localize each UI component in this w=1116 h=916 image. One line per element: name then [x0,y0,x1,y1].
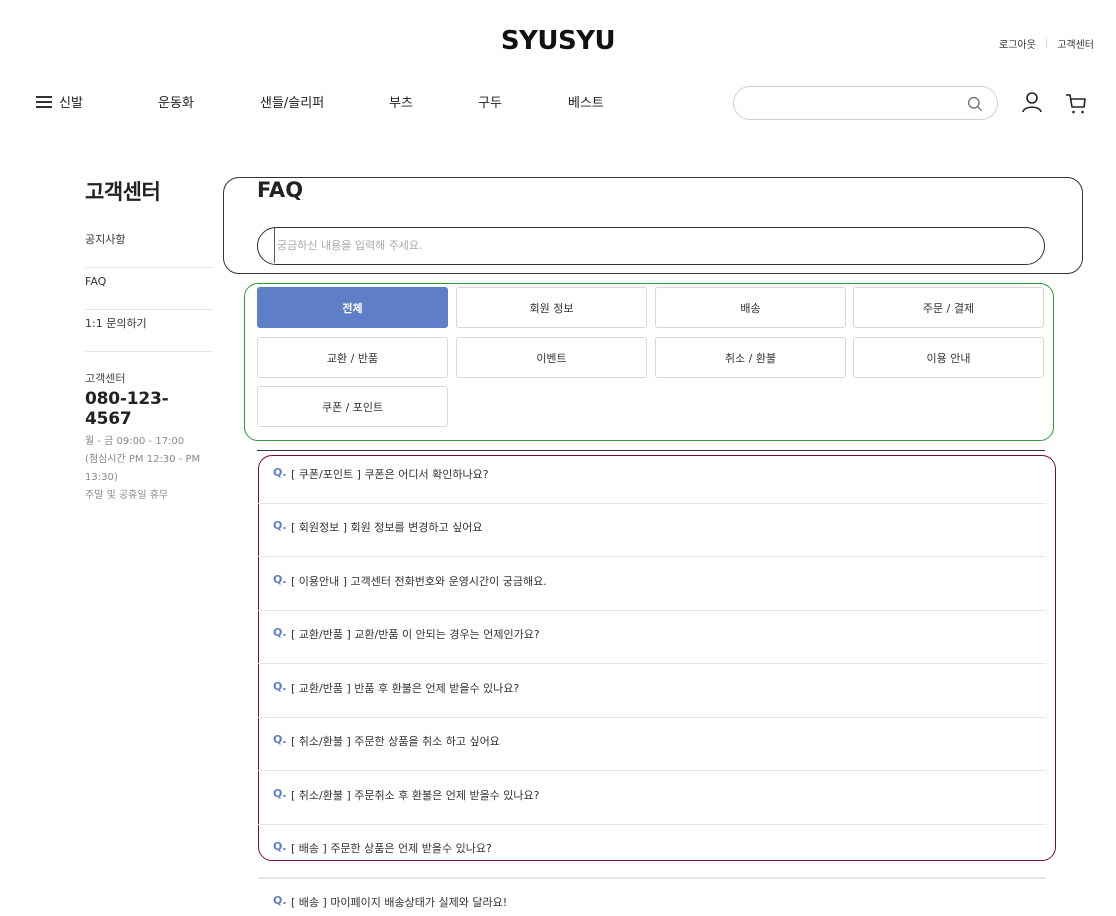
search-icon[interactable] [967,96,983,116]
q-mark: Q. [273,573,287,586]
cs-phone: 080-123-4567 [85,389,169,429]
divider: | [1044,38,1049,49]
header-search [733,86,998,120]
logout-link[interactable]: 로그아웃 [999,36,1036,51]
faq-item[interactable]: Q. [ 취소/환불 ] 주문한 상품을 취소 하고 싶어요 [258,718,1046,771]
faq-question: [ 취소/환불 ] 주문한 상품을 취소 하고 싶어요 [291,735,500,748]
faq-item[interactable]: Q. [ 배송 ] 주문한 상품은 언제 받을수 있나요? [258,825,1046,878]
nav-item-boots[interactable]: 부츠 [389,92,413,111]
header-search-input[interactable] [748,87,968,119]
category-exchange-return[interactable]: 교환 / 반품 [257,337,448,378]
faq-item[interactable]: Q. [ 쿠폰/포인트 ] 쿠폰은 어디서 확인하나요? [258,451,1046,504]
nav-label: 신발 [59,96,83,111]
cs-hours-line: 월 - 금 09:00 - 17:00 [85,436,185,447]
faq-question: [ 교환/반품 ] 반품 후 환불은 언제 받을수 있나요? [291,682,520,695]
cart-icon[interactable] [1065,93,1087,119]
page-title: FAQ [257,178,304,202]
faq-question: [ 회원정보 ] 회원 정보를 변경하고 싶어요 [291,521,483,534]
hamburger-menu-icon[interactable] [36,96,52,108]
category-cancel-refund[interactable]: 취소 / 환불 [655,337,846,378]
category-order-payment[interactable]: 주문 / 결제 [853,287,1044,328]
cs-hours-line: 13:30) [85,472,118,483]
faq-question: [ 취소/환불 ] 주문취소 후 환불은 언제 받을수 있나요? [291,789,540,802]
item-divider [258,878,1046,879]
sidebar-item-inquiry[interactable]: 1:1 문의하기 [85,310,213,352]
site-logo[interactable]: SYUSYU [0,26,1116,56]
nav-item-sandals[interactable]: 샌들/슬리퍼 [260,92,324,111]
category-event[interactable]: 이벤트 [456,337,647,378]
category-coupon-point[interactable]: 쿠폰 / 포인트 [257,386,448,427]
faq-item[interactable]: Q. [ 교환/반품 ] 반품 후 환불은 언제 받을수 있나요? [258,665,1046,718]
faq-item[interactable]: Q. [ 취소/환불 ] 주문취소 후 환불은 언제 받을수 있나요? [258,772,1046,825]
sidebar-title: 고객센터 [85,180,161,204]
customer-center-link[interactable]: 고객센터 [1057,36,1094,51]
q-mark: Q. [273,626,287,639]
q-mark: Q. [273,519,287,532]
q-mark: Q. [273,840,287,853]
nav-item-dress-shoes[interactable]: 구두 [478,92,502,111]
faq-question: [ 배송 ] 주문한 상품은 언제 받을수 있나요? [291,842,492,855]
q-mark: Q. [273,733,287,746]
q-mark: Q. [273,680,287,693]
cs-hours: 월 - 금 09:00 - 17:00 (점심시간 PM 12:30 - PM … [85,433,213,505]
cs-hours-line: 주말 및 공휴일 휴무 [85,490,169,501]
faq-item[interactable]: Q. [ 배송 ] 마이페이지 배송상태가 실제와 달라요! [258,879,1046,916]
sidebar-item-notice[interactable]: 공지사항 [85,226,213,268]
faq-item[interactable]: Q. [ 교환/반품 ] 교환/반품 이 안되는 경우는 언제인가요? [258,611,1046,664]
cs-label: 고객센터 [85,372,126,385]
category-delivery[interactable]: 배송 [655,287,846,328]
faq-header: FAQ [223,177,1083,274]
sidebar-item-faq[interactable]: FAQ [85,268,213,310]
utility-links: 로그아웃 | 고객센터 [999,36,1094,51]
faq-item[interactable]: Q. [ 이용안내 ] 고객센터 전화번호와 운영시간이 궁금해요. [258,558,1046,611]
q-mark: Q. [273,894,287,907]
sidebar-menu: 공지사항 FAQ 1:1 문의하기 [85,226,213,352]
category-all[interactable]: 전체 [257,287,448,328]
faq-question: [ 쿠폰/포인트 ] 쿠폰은 어디서 확인하나요? [291,468,489,481]
sidebar: 고객센터 공지사항 FAQ 1:1 문의하기 고객센터 080-123-4567… [85,176,213,505]
faq-search-input[interactable] [274,228,1014,263]
faq-item[interactable]: Q. [ 회원정보 ] 회원 정보를 변경하고 싶어요 [258,504,1046,557]
faq-question: [ 이용안내 ] 고객센터 전화번호와 운영시간이 궁금해요. [291,575,547,588]
cs-hours-line: (점심시간 PM 12:30 - PM [85,454,201,465]
nav-item-shoes[interactable]: 신발 [36,92,83,111]
category-guide[interactable]: 이용 안내 [853,337,1044,378]
nav-item-sneakers[interactable]: 운동화 [158,92,194,111]
faq-question: [ 교환/반품 ] 교환/반품 이 안되는 경우는 언제인가요? [291,628,540,641]
q-mark: Q. [273,787,287,800]
faq-question: [ 배송 ] 마이페이지 배송상태가 실제와 달라요! [291,896,508,909]
cs-info: 고객센터 080-123-4567 월 - 금 09:00 - 17:00 (점… [85,370,213,505]
q-mark: Q. [273,466,287,479]
faq-search [257,227,1045,265]
user-icon[interactable] [1021,91,1043,117]
category-member-info[interactable]: 회원 정보 [456,287,647,328]
nav-item-best[interactable]: 베스트 [568,92,604,111]
